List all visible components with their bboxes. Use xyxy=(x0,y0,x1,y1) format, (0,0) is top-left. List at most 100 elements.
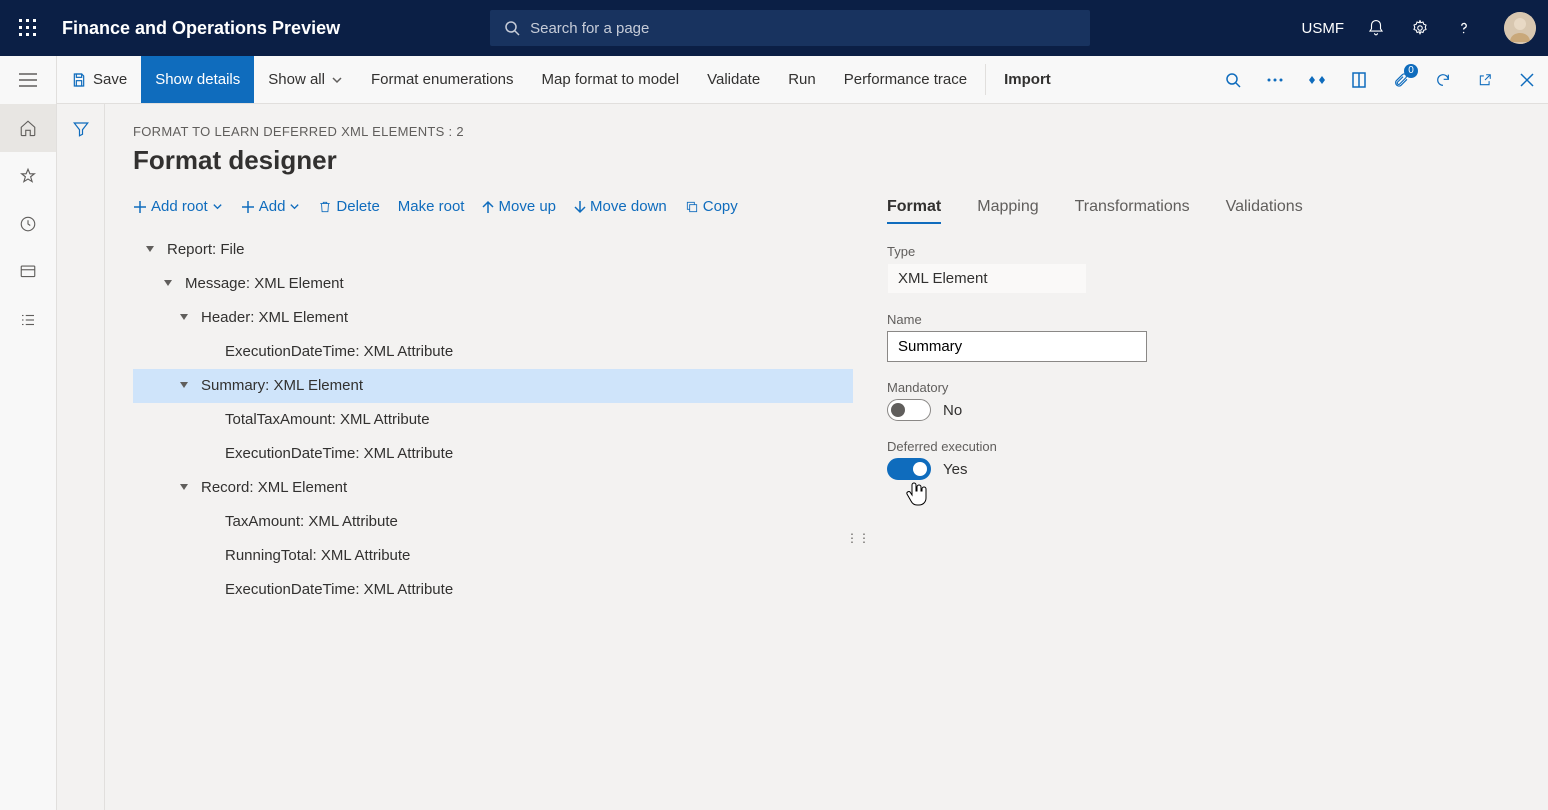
tree-node[interactable]: Header: XML Element xyxy=(133,301,853,335)
tree-node[interactable]: TotalTaxAmount: XML Attribute xyxy=(133,403,853,437)
type-label: Type xyxy=(887,244,1520,259)
main-area: FORMAT TO LEARN DEFERRED XML ELEMENTS : … xyxy=(57,104,1548,810)
tree-node-label: ExecutionDateTime: XML Attribute xyxy=(215,573,453,607)
office-icon[interactable] xyxy=(1338,56,1380,104)
properties-panel: Format Mapping Transformations Validatio… xyxy=(863,198,1520,607)
search-box[interactable]: Search for a page xyxy=(490,10,1090,46)
splitter-icon[interactable]: ⋮⋮ xyxy=(853,198,863,607)
help-icon[interactable] xyxy=(1452,16,1476,40)
home-icon[interactable] xyxy=(0,104,56,152)
tree-node[interactable]: ExecutionDateTime: XML Attribute xyxy=(133,437,853,471)
move-down-button[interactable]: Move down xyxy=(574,198,667,215)
tree-node[interactable]: ExecutionDateTime: XML Attribute xyxy=(133,573,853,607)
tree-toolbar: Add root Add Delete Make root Move up Mo… xyxy=(133,198,853,215)
caret-icon[interactable] xyxy=(143,246,157,254)
caret-icon[interactable] xyxy=(177,314,191,322)
tree-node[interactable]: TaxAmount: XML Attribute xyxy=(133,505,853,539)
tab-mapping[interactable]: Mapping xyxy=(977,198,1038,224)
tree-node-label: TotalTaxAmount: XML Attribute xyxy=(215,403,430,437)
close-icon[interactable] xyxy=(1506,56,1548,104)
attachments-icon[interactable]: 0 xyxy=(1380,56,1422,104)
filter-column xyxy=(57,104,105,810)
tree-node-label: Message: XML Element xyxy=(175,267,344,301)
left-rail xyxy=(0,56,57,810)
bell-icon[interactable] xyxy=(1364,16,1388,40)
workspace-icon[interactable] xyxy=(0,248,56,296)
tree-node[interactable]: RunningTotal: XML Attribute xyxy=(133,539,853,573)
search-icon xyxy=(504,20,520,36)
top-right-controls: USMF xyxy=(1302,12,1537,44)
chevron-down-icon xyxy=(212,201,223,212)
page-title: Format designer xyxy=(133,145,1520,176)
breadcrumb: FORMAT TO LEARN DEFERRED XML ELEMENTS : … xyxy=(133,124,1520,139)
import-button[interactable]: Import xyxy=(990,56,1065,103)
mandatory-label: Mandatory xyxy=(887,380,1520,395)
tree-node-label: Header: XML Element xyxy=(191,301,348,335)
deferred-label: Deferred execution xyxy=(887,439,1520,454)
content-area: FORMAT TO LEARN DEFERRED XML ELEMENTS : … xyxy=(105,104,1548,810)
modules-icon[interactable] xyxy=(0,296,56,344)
show-all-label: Show all xyxy=(268,71,325,88)
search-toolbar-icon[interactable] xyxy=(1212,56,1254,104)
save-button[interactable]: Save xyxy=(57,56,141,103)
name-label: Name xyxy=(887,312,1520,327)
tree-node-label: TaxAmount: XML Attribute xyxy=(215,505,398,539)
performance-trace-button[interactable]: Performance trace xyxy=(830,56,981,103)
refresh-icon[interactable] xyxy=(1422,56,1464,104)
format-tree[interactable]: Report: FileMessage: XML ElementHeader: … xyxy=(133,233,853,607)
detail-tabs: Format Mapping Transformations Validatio… xyxy=(887,198,1520,224)
run-button[interactable]: Run xyxy=(774,56,830,103)
delete-button[interactable]: Delete xyxy=(318,198,379,215)
tree-node-label: Summary: XML Element xyxy=(191,369,363,403)
chevron-down-icon xyxy=(331,74,343,86)
tab-format[interactable]: Format xyxy=(887,198,941,224)
validate-button[interactable]: Validate xyxy=(693,56,774,103)
waffle-icon[interactable] xyxy=(12,12,44,44)
tree-node[interactable]: ExecutionDateTime: XML Attribute xyxy=(133,335,853,369)
recent-icon[interactable] xyxy=(0,200,56,248)
save-label: Save xyxy=(93,71,127,88)
filter-icon[interactable] xyxy=(72,120,90,138)
attachments-badge: 0 xyxy=(1404,64,1418,78)
tree-node-label: ExecutionDateTime: XML Attribute xyxy=(215,437,453,471)
move-up-button[interactable]: Move up xyxy=(482,198,556,215)
company-label[interactable]: USMF xyxy=(1302,20,1345,37)
chevron-down-icon xyxy=(289,201,300,212)
tab-validations[interactable]: Validations xyxy=(1226,198,1303,224)
tree-node[interactable]: Summary: XML Element xyxy=(133,369,853,403)
name-input[interactable] xyxy=(887,331,1147,362)
show-all-button[interactable]: Show all xyxy=(254,56,357,103)
format-enumerations-button[interactable]: Format enumerations xyxy=(357,56,528,103)
make-root-button[interactable]: Make root xyxy=(398,198,465,215)
more-icon[interactable] xyxy=(1254,56,1296,104)
deferred-toggle[interactable] xyxy=(887,458,931,480)
show-details-button[interactable]: Show details xyxy=(141,56,254,103)
top-header: Finance and Operations Preview Search fo… xyxy=(0,0,1548,56)
tree-node-label: RunningTotal: XML Attribute xyxy=(215,539,410,573)
deferred-value: Yes xyxy=(943,461,967,478)
show-details-label: Show details xyxy=(155,71,240,88)
app-title: Finance and Operations Preview xyxy=(62,18,340,39)
map-format-button[interactable]: Map format to model xyxy=(528,56,694,103)
copy-button[interactable]: Copy xyxy=(685,198,738,215)
hamburger-icon[interactable] xyxy=(0,56,56,104)
caret-icon[interactable] xyxy=(177,382,191,390)
add-root-button[interactable]: Add root xyxy=(133,198,223,215)
link-icon[interactable] xyxy=(1296,56,1338,104)
avatar[interactable] xyxy=(1504,12,1536,44)
search-placeholder: Search for a page xyxy=(530,20,649,37)
popout-icon[interactable] xyxy=(1464,56,1506,104)
add-button[interactable]: Add xyxy=(241,198,301,215)
tree-node-label: Report: File xyxy=(157,233,245,267)
caret-icon[interactable] xyxy=(177,484,191,492)
tree-node[interactable]: Message: XML Element xyxy=(133,267,853,301)
gear-icon[interactable] xyxy=(1408,16,1432,40)
tree-node-label: ExecutionDateTime: XML Attribute xyxy=(215,335,453,369)
tree-node[interactable]: Record: XML Element xyxy=(133,471,853,505)
caret-icon[interactable] xyxy=(161,280,175,288)
tab-transformations[interactable]: Transformations xyxy=(1075,198,1190,224)
star-icon[interactable] xyxy=(0,152,56,200)
tree-node[interactable]: Report: File xyxy=(133,233,853,267)
mandatory-toggle[interactable] xyxy=(887,399,931,421)
divider xyxy=(985,64,986,95)
